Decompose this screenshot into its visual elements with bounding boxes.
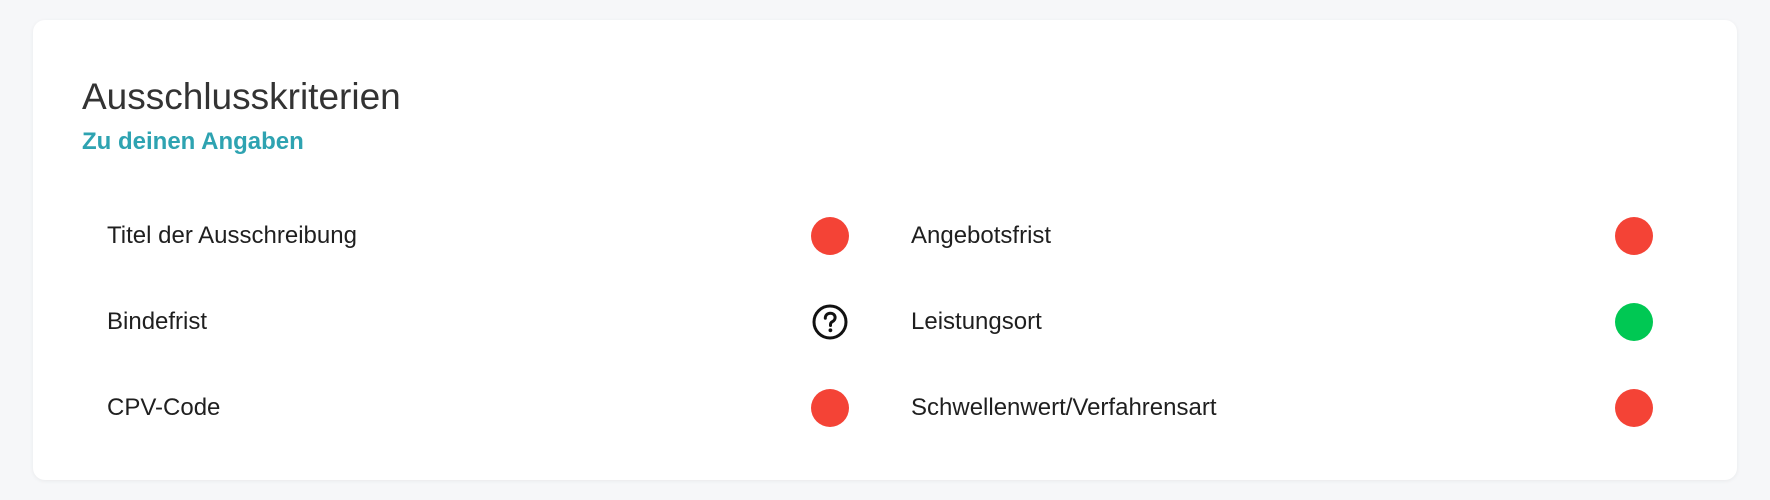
- criterion-label: Leistungsort: [911, 308, 1042, 335]
- status-dot-red-icon: [811, 217, 849, 255]
- criterion-label: Bindefrist: [107, 308, 208, 335]
- status-dot-green-icon: [1615, 303, 1653, 341]
- criterion-label: CPV-Code: [107, 394, 221, 421]
- criterion-row-bindefrist: Bindefrist: [107, 279, 861, 365]
- criteria-grid: Titel der Ausschreibung Angebotsfrist Bi…: [107, 193, 1697, 451]
- to-your-details-link[interactable]: Zu deinen Angaben: [82, 128, 304, 157]
- criterion-label: Schwellenwert/Verfahrensart: [911, 394, 1217, 421]
- status-dot-red-icon: [1615, 389, 1653, 427]
- status-dot-red-icon: [1615, 217, 1653, 255]
- exclusion-criteria-card: Ausschlusskriterien Zu deinen Angaben Ti…: [33, 20, 1737, 480]
- criterion-label: Angebotsfrist: [911, 222, 1052, 249]
- criterion-row-schwellenwert: Schwellenwert/Verfahrensart: [911, 365, 1665, 451]
- question-circle-icon[interactable]: [811, 303, 849, 341]
- criterion-label: Titel der Ausschreibung: [107, 222, 357, 249]
- status-dot-red-icon: [811, 389, 849, 427]
- criterion-row-leistungsort: Leistungsort: [911, 279, 1665, 365]
- criterion-row-angebotsfrist: Angebotsfrist: [911, 193, 1665, 279]
- card-title: Ausschlusskriterien: [82, 76, 401, 117]
- criterion-row-cpv-code: CPV-Code: [107, 365, 861, 451]
- criterion-row-titel: Titel der Ausschreibung: [107, 193, 861, 279]
